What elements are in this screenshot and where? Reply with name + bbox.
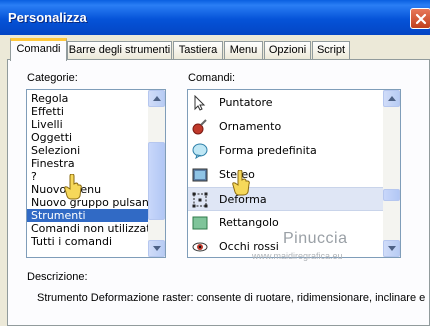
tab-tastiera[interactable]: Tastiera (173, 41, 223, 59)
deform-icon (192, 192, 208, 208)
tab-opzioni[interactable]: Opzioni (264, 41, 311, 59)
command-label: Forma predefinita (219, 144, 317, 157)
stereo-icon (192, 168, 208, 182)
categories-list[interactable]: Regola Effetti Livelli Oggetti Selezioni… (26, 89, 166, 258)
chevron-up-icon (153, 96, 161, 101)
chevron-down-icon (153, 246, 161, 251)
list-item[interactable]: Finestra (31, 157, 147, 170)
tab-barre-strumenti[interactable]: Barre degli strumenti (67, 41, 172, 59)
command-item[interactable]: Puntatore (188, 91, 385, 115)
list-item-selected[interactable]: Strumenti (27, 209, 149, 222)
categories-scrollbar[interactable] (148, 90, 165, 257)
chevron-down-icon (388, 246, 396, 251)
list-item[interactable]: Nuovo gruppo pulsanti (31, 196, 156, 209)
hand-pointer-icon (64, 174, 82, 200)
tab-script[interactable]: Script (312, 41, 350, 59)
watermark-site: www.maidiregrafica.eu (252, 251, 343, 261)
categories-label: Categorie: (27, 72, 78, 84)
chevron-up-icon (388, 96, 396, 101)
scroll-thumb[interactable] (383, 189, 400, 201)
close-button[interactable] (410, 8, 430, 29)
hand-pointer-icon (232, 170, 250, 196)
command-item[interactable]: Forma predefinita (188, 139, 385, 163)
watermark-name: Pinuccia (283, 230, 348, 247)
list-item[interactable]: Livelli (31, 118, 147, 131)
command-item-selected[interactable]: Deforma (188, 187, 385, 211)
list-item[interactable]: Effetti (31, 105, 147, 118)
scroll-up-button[interactable] (148, 90, 165, 107)
scroll-thumb[interactable] (148, 142, 165, 220)
description-label: Descrizione: (27, 271, 88, 283)
list-item[interactable]: Nuovo menu (31, 183, 147, 196)
list-item[interactable]: ? (31, 170, 147, 183)
commands-label: Comandi: (188, 72, 236, 84)
command-item[interactable]: Ornamento (188, 115, 385, 139)
tab-menu[interactable]: Menu (224, 41, 263, 59)
commands-scrollbar[interactable] (383, 90, 400, 257)
close-icon (415, 13, 427, 25)
preset-shape-icon (192, 143, 208, 159)
tab-comandi[interactable]: Comandi (10, 38, 67, 61)
title-bar: Personalizza (0, 0, 430, 35)
pointer-icon (194, 95, 206, 111)
list-item[interactable]: Tutti i comandi (31, 235, 147, 248)
description-text: Strumento Deformazione raster: consente … (37, 292, 426, 304)
scroll-down-button[interactable] (148, 240, 165, 257)
window-title: Personalizza (8, 10, 87, 25)
command-item[interactable]: Stereo (188, 163, 385, 187)
rectangle-icon (192, 216, 208, 230)
scroll-up-button[interactable] (383, 90, 400, 107)
list-item[interactable]: Regola (31, 92, 147, 105)
scroll-down-button[interactable] (383, 240, 400, 257)
ornament-icon (192, 119, 207, 135)
list-item[interactable]: Comandi non utilizzati (31, 222, 154, 235)
list-item[interactable]: Oggetti (31, 131, 147, 144)
red-eye-icon (192, 242, 208, 252)
list-item[interactable]: Selezioni (31, 144, 147, 157)
command-label: Rettangolo (219, 216, 279, 229)
command-label: Puntatore (219, 96, 273, 109)
command-label: Ornamento (219, 120, 282, 133)
